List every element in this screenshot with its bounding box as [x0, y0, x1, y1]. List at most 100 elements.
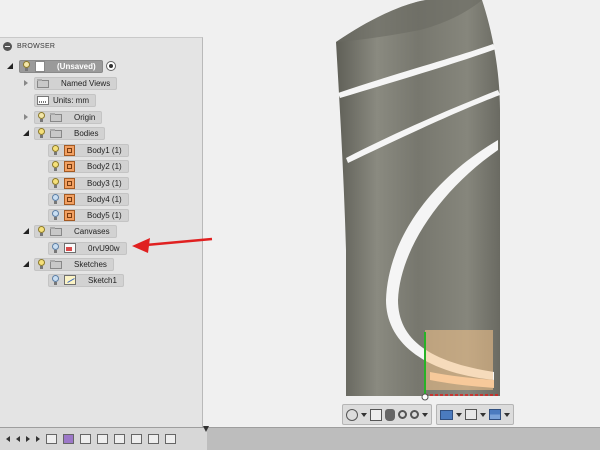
tree-item-label: Body1 (1)	[87, 145, 122, 155]
sketch1-chip[interactable]: Sketch1	[48, 273, 124, 287]
units-chip[interactable]: Units: mm	[34, 93, 96, 107]
body1-chip[interactable]: Body1 (1)	[48, 143, 129, 157]
tree-item-canvases[interactable]: Canvases	[22, 224, 117, 238]
tree-item-label: Origin	[74, 112, 96, 122]
zoom-window-icon[interactable]	[410, 410, 419, 419]
expand-right-icon[interactable]	[22, 78, 30, 88]
activate-radio-icon[interactable]	[105, 61, 116, 71]
origin-point	[421, 393, 429, 401]
browser-panel: BROWSER (Unsaved) Named Views Units: mm	[0, 37, 203, 428]
orbit-icon[interactable]	[346, 408, 358, 421]
body2-chip[interactable]: Body2 (1)	[48, 159, 129, 173]
play-icon[interactable]	[26, 436, 30, 442]
canvases-chip[interactable]: Canvases	[34, 224, 117, 238]
tree-item-canvas[interactable]: 0rvU90w	[48, 241, 127, 255]
expand-down-icon[interactable]	[22, 259, 30, 269]
sketch-icon	[64, 275, 76, 285]
feature-icon[interactable]	[63, 434, 74, 444]
timeline-controls	[0, 428, 207, 450]
tree-item-label: Bodies	[74, 128, 99, 138]
visibility-bulb-icon[interactable]	[37, 111, 46, 123]
folder-icon	[50, 112, 62, 122]
tree-item-label: Body2 (1)	[87, 161, 122, 171]
canvas-image-icon	[64, 243, 76, 253]
feature-icon[interactable]	[97, 434, 108, 444]
visibility-bulb-icon[interactable]	[22, 60, 31, 72]
body5-chip[interactable]: Body5 (1)	[48, 208, 129, 222]
body-icon	[64, 209, 75, 221]
pan-hand-icon[interactable]	[385, 408, 395, 421]
tree-item-body4[interactable]: Body4 (1)	[48, 192, 129, 206]
body-icon	[64, 160, 75, 172]
tree-item-sketches[interactable]: Sketches	[22, 257, 114, 271]
tree-item-origin[interactable]: Origin	[22, 110, 103, 124]
tree-item-body5[interactable]: Body5 (1)	[48, 208, 129, 222]
named-views-chip[interactable]: Named Views	[34, 76, 118, 90]
body-icon	[64, 177, 75, 189]
display-settings-icon[interactable]	[440, 409, 453, 420]
viewports-icon[interactable]	[489, 409, 501, 420]
expand-down-icon[interactable]	[22, 226, 30, 236]
tree-item-label: Body4 (1)	[87, 194, 122, 204]
tree-root[interactable]: (Unsaved)	[6, 59, 116, 73]
root-chip[interactable]: (Unsaved)	[19, 59, 103, 73]
nav-group-display	[436, 404, 514, 425]
chevron-down-icon[interactable]	[456, 412, 462, 417]
body-icon	[64, 144, 75, 156]
nav-group-view	[342, 404, 432, 425]
chevron-down-icon[interactable]	[422, 412, 428, 417]
feature-icon[interactable]	[114, 434, 125, 444]
grid-settings-icon[interactable]	[465, 409, 477, 420]
collapse-minus-icon[interactable]	[3, 42, 12, 51]
expand-down-icon[interactable]	[22, 128, 30, 138]
navigation-toolbar	[342, 404, 514, 425]
visibility-bulb-icon[interactable]	[37, 225, 46, 237]
tree-item-named-views[interactable]: Named Views	[22, 76, 118, 90]
visibility-bulb-icon[interactable]	[51, 177, 60, 189]
tree-item-label: Units: mm	[53, 95, 89, 105]
visibility-bulb-icon[interactable]	[51, 144, 60, 156]
tree-item-label: Body5 (1)	[87, 210, 122, 220]
visibility-bulb-icon[interactable]	[51, 193, 60, 205]
zoom-icon[interactable]	[398, 410, 407, 419]
canvas-chip[interactable]: 0rvU90w	[48, 241, 127, 255]
chevron-down-icon[interactable]	[361, 412, 367, 417]
root-label: (Unsaved)	[57, 61, 96, 71]
rewind-icon[interactable]	[6, 436, 10, 442]
tree-item-label: Sketch1	[88, 275, 117, 285]
sketches-chip[interactable]: Sketches	[34, 257, 114, 271]
body4-chip[interactable]: Body4 (1)	[48, 192, 129, 206]
tree-item-body2[interactable]: Body2 (1)	[48, 159, 129, 173]
chevron-down-icon[interactable]	[480, 412, 486, 417]
visibility-bulb-icon[interactable]	[51, 274, 60, 286]
origin-chip[interactable]: Origin	[34, 110, 103, 124]
visibility-bulb-icon[interactable]	[51, 209, 60, 221]
tree-item-label: Body3 (1)	[87, 178, 122, 188]
feature-icon[interactable]	[165, 434, 176, 444]
feature-icon[interactable]	[46, 434, 57, 444]
tree-item-body1[interactable]: Body1 (1)	[48, 143, 129, 157]
tree-item-sketch1[interactable]: Sketch1	[48, 273, 124, 287]
step-forward-icon[interactable]	[36, 436, 40, 442]
step-back-icon[interactable]	[16, 436, 20, 442]
look-at-icon[interactable]	[370, 408, 382, 421]
expand-down-icon[interactable]	[6, 61, 14, 71]
timeline-marker-icon[interactable]	[203, 426, 209, 432]
visibility-bulb-icon[interactable]	[51, 160, 60, 172]
tree-item-label: Sketches	[74, 259, 107, 269]
ruler-icon	[37, 95, 49, 105]
visibility-bulb-icon[interactable]	[37, 258, 46, 270]
visibility-bulb-icon[interactable]	[51, 242, 60, 254]
browser-header[interactable]: BROWSER	[0, 38, 202, 55]
feature-icon[interactable]	[80, 434, 91, 444]
feature-icon[interactable]	[148, 434, 159, 444]
chevron-down-icon[interactable]	[504, 412, 510, 417]
body3-chip[interactable]: Body3 (1)	[48, 176, 129, 190]
expand-right-icon[interactable]	[22, 112, 30, 122]
tree-item-bodies[interactable]: Bodies	[22, 126, 106, 140]
feature-icon[interactable]	[131, 434, 142, 444]
tree-item-body3[interactable]: Body3 (1)	[48, 176, 129, 190]
bodies-chip[interactable]: Bodies	[34, 126, 106, 140]
visibility-bulb-icon[interactable]	[37, 127, 46, 139]
tree-item-units[interactable]: Units: mm	[34, 93, 96, 107]
